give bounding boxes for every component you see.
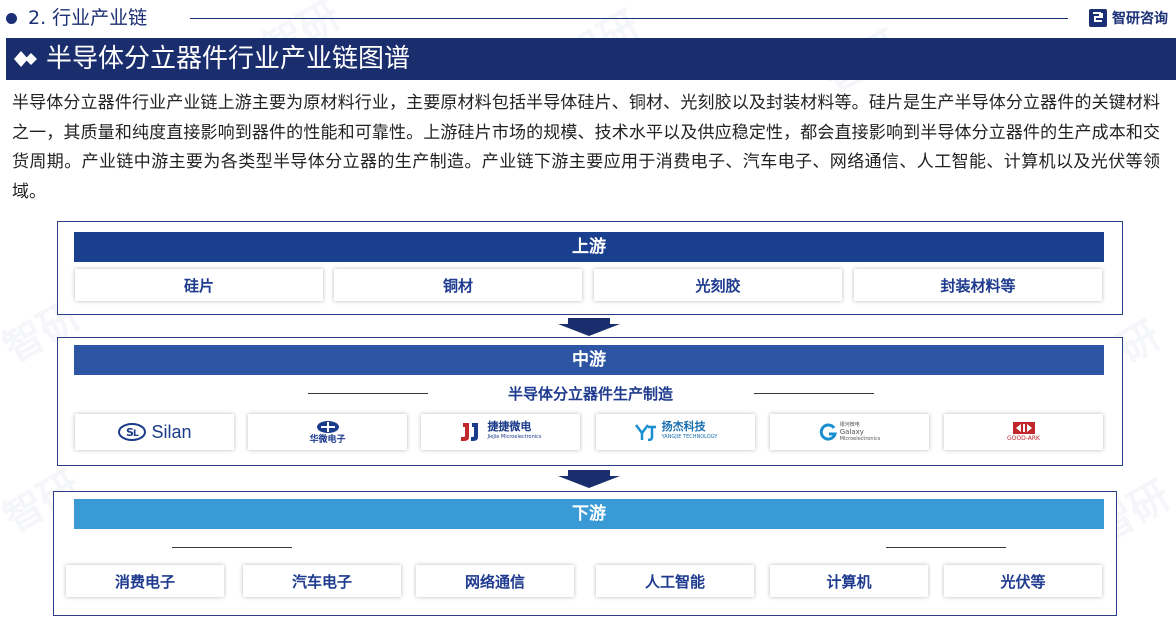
company-logo-good-ark: GOOD-ARK [944, 414, 1103, 450]
title-bar: 半导体分立器件行业产业链图谱 [6, 38, 1176, 80]
downstream-item: 网络通信 [416, 565, 574, 597]
section-label: 2. 行业产业链 [28, 7, 148, 29]
section-divider [190, 18, 1068, 19]
page-title: 半导体分立器件行业产业链图谱 [46, 44, 411, 74]
divider-line [754, 393, 874, 394]
upstream-item: 光刻胶 [594, 269, 842, 301]
svg-text:L: L [133, 429, 139, 439]
diamond-icon [14, 51, 37, 67]
logo-text: Galaxy [839, 427, 864, 436]
good-ark-logo-icon [1012, 422, 1035, 434]
company-logo-huawei-electronics: 华微电子 [248, 414, 407, 450]
flow-arrow-down-icon [558, 318, 620, 336]
huawei-electronics-logo-icon [316, 420, 339, 433]
flow-arrow-down-icon [558, 470, 620, 488]
section-bullet-icon [6, 13, 17, 24]
company-logo-yangjie: 扬杰科技 YANGJIE TECHNOLOGY [596, 414, 755, 450]
logo-text: 扬杰科技 [661, 420, 706, 433]
brand-logo-icon [1089, 9, 1107, 27]
logo-text: 华微电子 [309, 434, 346, 445]
divider-line [308, 393, 428, 394]
divider-line [886, 547, 1006, 548]
logo-text: Silan [151, 421, 192, 442]
brand-name: 智研咨询 [1112, 11, 1168, 27]
upstream-item: 封装材料等 [854, 269, 1102, 301]
company-logo-jiejie: 捷捷微电 JieJie Microelectronics [421, 414, 580, 450]
downstream-item: 汽车电子 [243, 565, 401, 597]
logo-subtext: Microelectronics [839, 435, 881, 442]
logo-text: GOOD-ARK [1007, 435, 1040, 442]
divider-line [172, 547, 292, 548]
upstream-item: 硅片 [75, 269, 323, 301]
yangjie-logo-icon [634, 424, 656, 441]
upstream-band: 上游 [74, 232, 1104, 262]
logo-text: 捷捷微电 [487, 420, 532, 433]
silan-logo-icon: S L [118, 423, 147, 441]
brand: 智研咨询 [1088, 7, 1168, 29]
logo-subtext: JieJie Microelectronics [487, 434, 542, 440]
company-logo-silan: S L Silan [75, 414, 234, 450]
midstream-band: 中游 [74, 345, 1104, 375]
upstream-item: 铜材 [334, 269, 582, 301]
downstream-item: 光伏等 [944, 565, 1102, 597]
company-logo-galaxy: 银河微电 Galaxy Microelectronics [770, 414, 929, 450]
intro-paragraph: 半导体分立器件行业产业链上游主要为原材料行业，主要原材料包括半导体硅片、铜材、光… [12, 93, 1160, 202]
logo-subtext: YANGJIE TECHNOLOGY [661, 434, 718, 440]
downstream-item: 消费电子 [66, 565, 224, 597]
galaxy-logo-icon [819, 423, 837, 441]
downstream-item: 人工智能 [596, 565, 754, 597]
downstream-item: 计算机 [770, 565, 928, 597]
downstream-band: 下游 [74, 499, 1104, 529]
top-strip: 2. 行业产业链 智研咨询 [0, 0, 1176, 36]
jiejie-logo-icon [461, 423, 479, 441]
midstream-sublabel: 半导体分立器件生产制造 [508, 385, 674, 403]
